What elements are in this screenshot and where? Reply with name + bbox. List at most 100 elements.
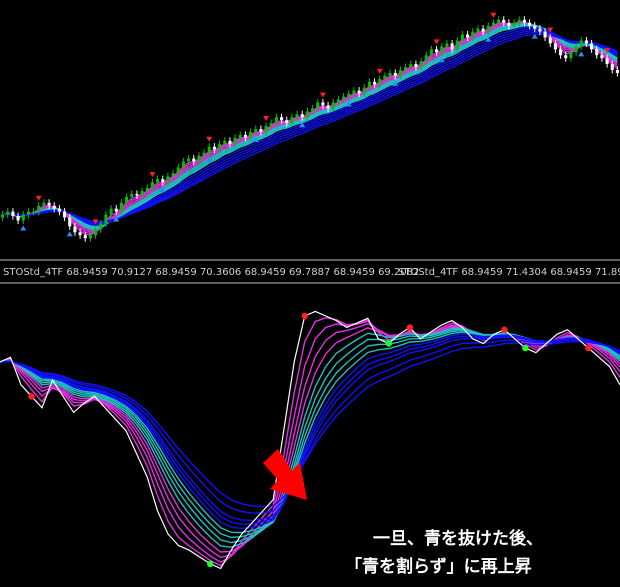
candle-body	[145, 188, 149, 191]
candle-body	[264, 126, 268, 132]
candle-body	[140, 190, 144, 196]
candle-body	[249, 131, 253, 138]
candle-body	[466, 34, 470, 38]
candle-body	[63, 211, 67, 218]
candle-body	[212, 146, 216, 150]
candle-body	[455, 40, 459, 50]
candle-body	[305, 111, 309, 118]
candle-body	[114, 208, 118, 212]
candle-body	[295, 114, 299, 118]
candle-body	[404, 67, 408, 70]
candle-body	[352, 90, 356, 94]
green-dot-marker	[206, 560, 214, 568]
candle-body	[574, 46, 578, 53]
candle-body	[311, 108, 315, 112]
candle-body	[285, 120, 289, 124]
candle-body	[533, 25, 537, 29]
candle-body	[388, 72, 392, 76]
candle-body	[99, 223, 103, 230]
candle-body	[104, 214, 108, 224]
candle-body	[207, 146, 211, 153]
candle-body	[610, 64, 614, 70]
candle-body	[445, 43, 449, 47]
candle-body	[600, 55, 604, 59]
candle-body	[57, 208, 61, 212]
candle-body	[367, 81, 371, 88]
candle-body	[419, 61, 423, 68]
candle-body	[109, 208, 113, 215]
candle-body	[274, 117, 278, 124]
candle-body	[584, 40, 588, 44]
candle-body	[32, 211, 36, 214]
candle-body	[68, 217, 72, 227]
candle-body	[42, 202, 46, 206]
indicator-label-2: STOStd_4TF 68.9459 71.4304 68.9459 71.89…	[398, 267, 620, 278]
candle-body	[569, 52, 573, 59]
candle-body	[357, 90, 361, 94]
candle-body	[259, 129, 263, 132]
candle-body	[269, 123, 273, 127]
candle-body	[373, 81, 377, 85]
candle-body	[481, 28, 485, 32]
candle-body	[156, 179, 160, 183]
chart-root: STOStd_4TF 68.9459 70.9127 68.9459 70.36…	[0, 0, 620, 587]
candle-body	[254, 129, 258, 132]
candle-body	[378, 78, 382, 85]
candle-body	[393, 72, 397, 76]
candle-body	[440, 46, 444, 53]
candle-body	[150, 182, 154, 189]
candle-body	[171, 173, 175, 177]
candle-body	[321, 102, 325, 106]
candle-body	[233, 137, 237, 144]
candle-body	[223, 140, 227, 144]
candle-body	[559, 49, 563, 56]
candle-body	[336, 99, 340, 103]
candle-body	[161, 179, 165, 183]
candle-body	[52, 205, 56, 209]
candle-body	[300, 114, 304, 118]
candle-body	[517, 19, 521, 23]
candle-body	[347, 93, 351, 97]
candle-body	[429, 49, 433, 56]
candle-body	[491, 22, 495, 26]
candle-body	[342, 96, 346, 100]
candle-body	[564, 55, 568, 59]
candle-body	[605, 58, 609, 65]
candle-body	[331, 102, 335, 109]
candle-body	[47, 202, 51, 206]
candle-body	[579, 40, 583, 47]
candle-body	[290, 117, 294, 124]
candle-body	[83, 235, 87, 239]
candle-body	[119, 202, 123, 212]
candle-body	[548, 37, 552, 44]
red-dot-marker	[501, 326, 508, 333]
candle-body	[238, 134, 242, 138]
candle-body	[11, 211, 15, 217]
candle-body	[197, 155, 201, 162]
candle-body	[553, 43, 557, 50]
candle-body	[522, 19, 526, 23]
green-dot-marker	[522, 344, 529, 352]
background	[0, 0, 620, 587]
candle-body	[218, 143, 222, 150]
candle-body	[450, 43, 454, 50]
candle-body	[409, 64, 413, 68]
candle-body	[435, 49, 439, 53]
red-dot-marker	[28, 393, 35, 400]
candle-body	[37, 205, 41, 212]
candle-body	[6, 211, 10, 215]
candle-body	[26, 211, 30, 215]
annotation-line-1: 一旦、青を抜けた後、	[373, 528, 543, 549]
candle-body	[135, 193, 139, 196]
candle-body	[166, 176, 170, 183]
candle-body	[326, 105, 330, 109]
candle-body	[595, 49, 599, 56]
candle-body	[125, 196, 129, 203]
candle-body	[362, 87, 366, 94]
candle-body	[202, 152, 206, 156]
candle-body	[176, 167, 180, 174]
candle-body	[424, 55, 428, 62]
candle-body	[398, 69, 402, 76]
candle-body	[130, 193, 134, 197]
candle-body	[486, 25, 490, 32]
